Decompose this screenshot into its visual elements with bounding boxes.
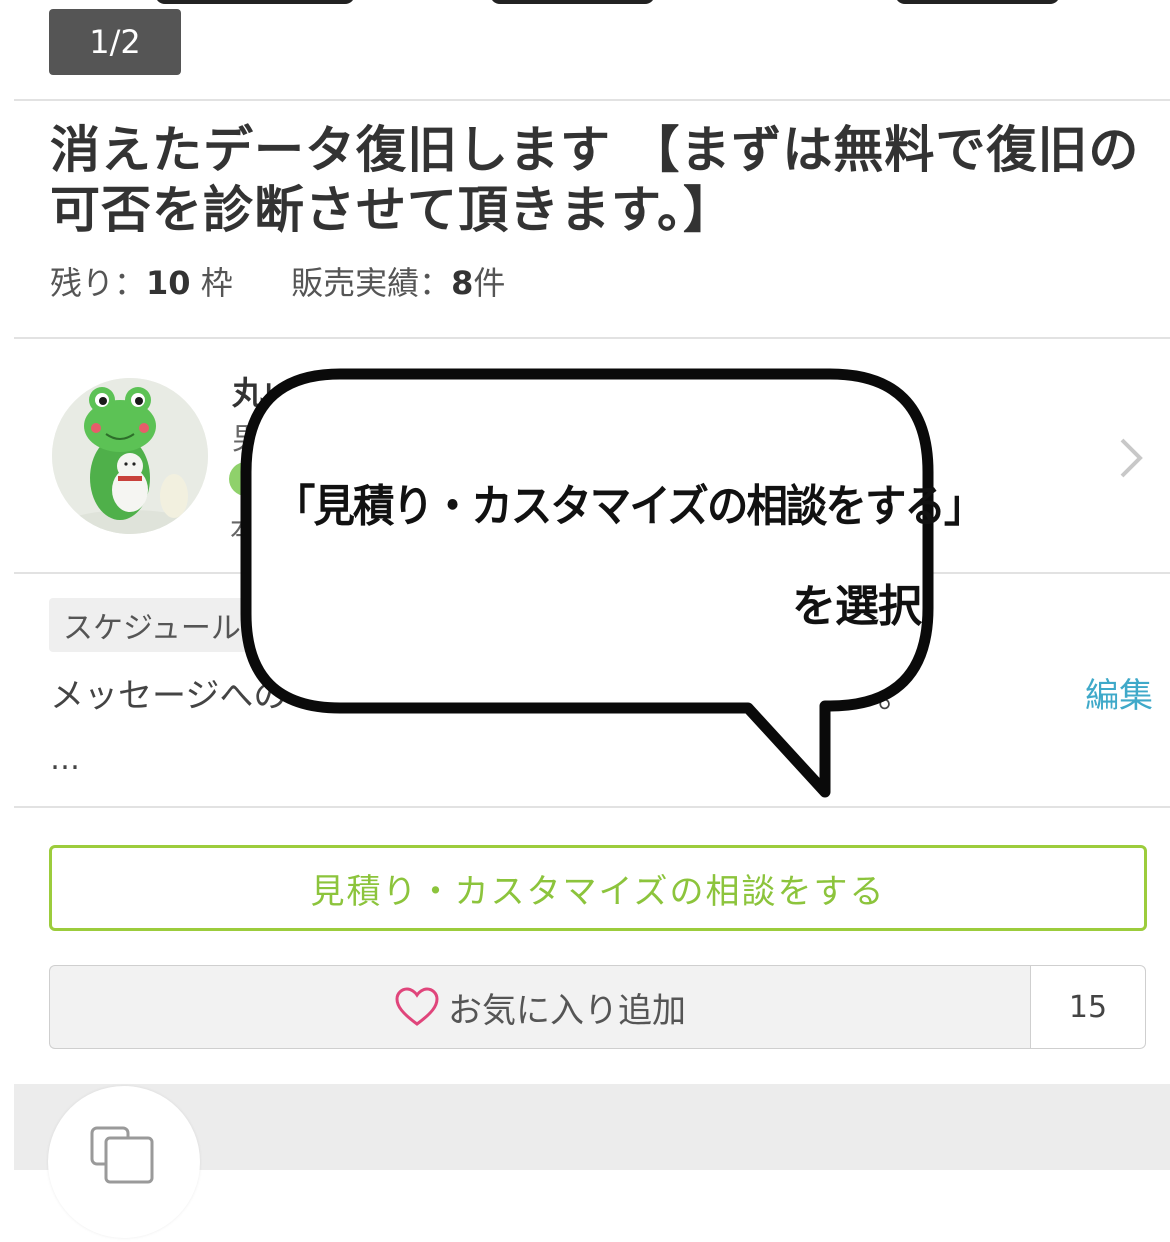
bubble-line1: 「見積り・カスタマイズの相談をする」 [274, 481, 985, 532]
remaining-unit: 枠 [200, 264, 233, 302]
divider [14, 337, 1170, 339]
service-title-line1: 消えたデータ復旧します 【まずは無料で復旧の [50, 121, 1140, 179]
sales-label: 販売実績： [291, 264, 452, 302]
favorite-count: 15 [1030, 965, 1146, 1049]
service-stats: 残り：10 枠 販売実績：8件 [50, 258, 505, 304]
message-ellipsis: … [50, 742, 80, 777]
divider [14, 99, 1170, 101]
sales-value: 8 [451, 264, 474, 302]
chevron-right-icon[interactable] [1110, 430, 1150, 486]
service-title-line2: 可否を診断させて頂きます。】 [50, 181, 734, 239]
favorite-button[interactable]: お気に入り追加 [49, 965, 1030, 1049]
seller-avatar[interactable] [52, 378, 208, 534]
heart-icon [395, 987, 439, 1026]
sales-unit: 件 [473, 264, 506, 302]
bubble-line2: を選択 [792, 581, 922, 632]
schedule-tag: スケジュール [49, 598, 255, 652]
gallery-counter: 1/2 [49, 9, 181, 75]
edit-link[interactable]: 編集 [1085, 668, 1153, 717]
remaining-label: 残り： [50, 264, 147, 302]
service-title: 消えたデータ復旧します 【まずは無料で復旧の 可否を診断させて頂きます。】 [50, 120, 1140, 240]
favorite-label: お気に入り追加 [448, 990, 686, 1031]
remaining-value: 10 [146, 264, 191, 302]
consult-button[interactable]: 見積り・カスタマイズの相談をする [49, 845, 1147, 931]
share-button[interactable] [48, 1086, 200, 1238]
copy-icon [90, 1126, 154, 1184]
